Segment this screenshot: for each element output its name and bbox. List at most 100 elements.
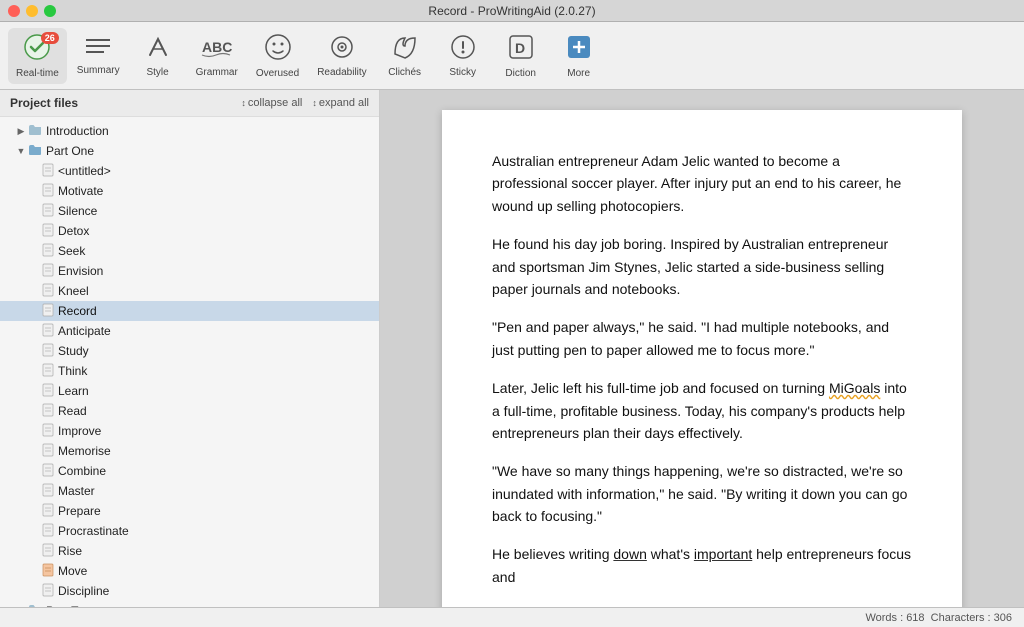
anticipate-label: Anticipate [58,324,111,338]
tree-item-procrastinate[interactable]: Procrastinate [0,521,379,541]
rise-icon [42,543,54,560]
toolbar-grammar[interactable]: ABC Grammar [188,28,246,84]
toolbar-more[interactable]: More [551,28,607,84]
more-icon [565,33,593,65]
tree-item-seek[interactable]: Seek [0,241,379,261]
status-bar: Words : 618 Characters : 306 [0,607,1024,627]
expand-all-label: expand all [319,97,369,109]
paragraph-5: "We have so many things happening, we're… [492,460,912,527]
part-one-label: Part One [46,144,94,158]
minimize-button[interactable] [26,5,38,17]
combine-icon [42,463,54,480]
toolbar-style[interactable]: Style [130,28,186,84]
improve-label: Improve [58,424,101,438]
grammar-icon: ABC [201,34,233,64]
toolbar-summary[interactable]: Summary [69,28,128,84]
paragraph-3: "Pen and paper always," he said. "I had … [492,316,912,361]
collapse-all-button[interactable]: ↕ collapse all [241,97,302,109]
rise-label: Rise [58,544,82,558]
tree-item-move[interactable]: Move [0,561,379,581]
detox-icon [42,223,54,240]
realtime-badge: 26 [41,32,59,44]
tree-item-untitled[interactable]: <untitled> [0,161,379,181]
tree-item-master[interactable]: Master [0,481,379,501]
anticipate-icon [42,323,54,340]
grammar-label: Grammar [196,67,238,78]
introduction-icon [28,124,42,139]
summary-label: Summary [77,65,120,76]
tree-item-record[interactable]: Record [0,301,379,321]
sidebar-controls: ↕ collapse all ↕ expand all [241,97,369,109]
cliches-icon [391,34,419,64]
tree-item-improve[interactable]: Improve [0,421,379,441]
toolbar-diction[interactable]: D Diction [493,28,549,84]
tree-item-memorise[interactable]: Memorise [0,441,379,461]
diction-icon: D [507,33,535,65]
untitled-label: <untitled> [58,164,111,178]
important-underline: important [694,546,752,562]
main-layout: Project files ↕ collapse all ↕ expand al… [0,90,1024,607]
seek-icon [42,243,54,260]
tree-item-read[interactable]: Read [0,401,379,421]
tree-item-kneel[interactable]: Kneel [0,281,379,301]
window-title: Record - ProWritingAid (2.0.27) [428,4,595,18]
toolbar-sticky[interactable]: Sticky [435,28,491,84]
discipline-icon [42,583,54,600]
paragraph-6: He believes writing down what's importan… [492,543,912,588]
character-count: Characters : 306 [931,612,1012,624]
paragraph-2: He found his day job boring. Inspired by… [492,233,912,300]
toolbar-cliches[interactable]: Clichés [377,28,433,84]
part-one-icon [28,144,42,159]
maximize-button[interactable] [44,5,56,17]
style-icon [145,34,171,64]
word-count: Words : 618 [865,612,924,624]
tree-item-silence[interactable]: Silence [0,201,379,221]
tree-item-rise[interactable]: Rise [0,541,379,561]
introduction-label: Introduction [46,124,109,138]
tree-item-motivate[interactable]: Motivate [0,181,379,201]
tree-item-combine[interactable]: Combine [0,461,379,481]
tree-arrow-icon: ▼ [14,146,28,156]
cliches-label: Clichés [388,67,421,78]
toolbar-readability[interactable]: Readability [309,28,374,84]
tree-item-prepare[interactable]: Prepare [0,501,379,521]
sticky-icon [450,34,476,64]
record-icon [42,303,54,320]
sticky-label: Sticky [449,67,476,78]
master-label: Master [58,484,95,498]
tree-item-envision[interactable]: Envision [0,261,379,281]
tree-item-detox[interactable]: Detox [0,221,379,241]
tree-item-study[interactable]: Study [0,341,379,361]
read-icon [42,403,54,420]
sidebar-tree: ▶Introduction ▼ Part One <untitled> Motivate… [0,117,379,607]
envision-icon [42,263,54,280]
envision-label: Envision [58,264,103,278]
tree-item-learn[interactable]: Learn [0,381,379,401]
procrastinate-label: Procrastinate [58,524,129,538]
diction-label: Diction [505,68,536,79]
kneel-label: Kneel [58,284,89,298]
memorise-label: Memorise [58,444,111,458]
expand-all-button[interactable]: ↕ expand all [312,97,369,109]
tree-item-introduction[interactable]: ▶Introduction [0,121,379,141]
overused-icon [264,33,292,65]
close-button[interactable] [8,5,20,17]
toolbar: 26 Real-time Summary Style ABC Grammar O… [0,22,1024,90]
toolbar-realtime[interactable]: 26 Real-time [8,28,67,84]
tree-item-think[interactable]: Think [0,361,379,381]
paragraph-4: Later, Jelic left his full-time job and … [492,377,912,444]
record-label: Record [58,304,97,318]
procrastinate-icon [42,523,54,540]
svg-text:D: D [515,40,525,56]
tree-item-part-one[interactable]: ▼ Part One [0,141,379,161]
migoals-link: MiGoals [829,380,880,396]
toolbar-overused[interactable]: Overused [248,28,307,84]
window-controls[interactable] [8,5,56,17]
kneel-icon [42,283,54,300]
overused-label: Overused [256,68,299,79]
title-bar: Record - ProWritingAid (2.0.27) [0,0,1024,22]
tree-item-discipline[interactable]: Discipline [0,581,379,601]
collapse-all-label: collapse all [248,97,302,109]
untitled-icon [42,163,54,180]
tree-item-anticipate[interactable]: Anticipate [0,321,379,341]
